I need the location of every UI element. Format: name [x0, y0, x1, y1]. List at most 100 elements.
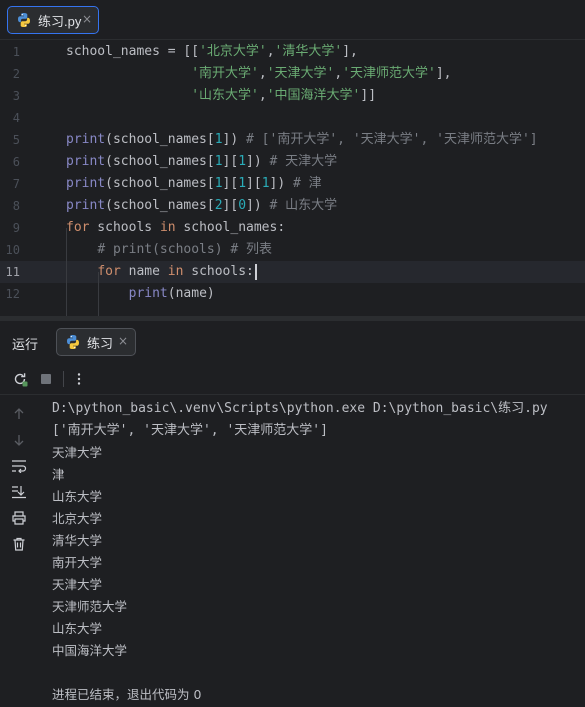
code-text: # print(schools) # 列表 — [66, 239, 272, 261]
code-token: '山东大学' — [191, 88, 259, 103]
code-line[interactable]: 5 print(school_names[1]) # ['南开大学', '天津大学… — [0, 129, 585, 151]
console-line: 进程已结束，退出代码为 0 — [52, 687, 202, 702]
code-line[interactable]: 4 — [0, 107, 585, 129]
scroll-end-icon — [12, 486, 26, 499]
code-token: '清华大学' — [274, 44, 343, 59]
code-token: schools: — [183, 264, 254, 279]
more-icon[interactable] — [69, 369, 89, 389]
arrow-down-icon — [14, 435, 24, 446]
close-icon[interactable]: × — [118, 334, 128, 348]
code-token: 0 — [238, 198, 247, 213]
code-token: , — [258, 88, 267, 103]
code-token: in — [159, 220, 176, 235]
scroll-to-end-icon[interactable] — [9, 482, 29, 502]
code-token: ]] — [360, 88, 377, 103]
print-icon[interactable] — [9, 508, 29, 528]
code-token: in — [167, 264, 184, 279]
rerun-icon[interactable] — [10, 369, 30, 389]
run-toolbar — [0, 363, 585, 395]
code-line[interactable]: 12 print(name) — [0, 283, 585, 305]
wrap-icon — [12, 460, 27, 473]
console-side-toolbar — [0, 396, 38, 707]
code-token: 1 — [261, 176, 270, 191]
code-token: 1 — [214, 176, 223, 191]
code-token: school_names = [[ — [66, 44, 200, 59]
code-line[interactable]: 8 print(school_names[2][0]) # 山东大学 — [0, 195, 585, 217]
code-token: , — [258, 66, 267, 81]
code-token: (name) — [167, 286, 215, 301]
line-number: 1 — [12, 45, 20, 59]
run-tool-window-title: 运行 — [12, 337, 39, 352]
code-token: 2 — [214, 198, 223, 213]
printer-icon — [12, 511, 26, 525]
toolbar-separator — [63, 371, 64, 387]
code-token: schools — [89, 220, 160, 235]
code-token: '天津师范大学' — [342, 66, 436, 81]
code-editor[interactable]: 1 school_names = [['北京大学','清华大学'], 2 '南开大学… — [0, 41, 585, 316]
line-number: 4 — [12, 111, 20, 125]
console-line: D:\python_basic\.venv\Scripts\python.exe… — [52, 401, 548, 416]
console-line: 天津师范大学 — [52, 599, 128, 614]
rerun-icon-glyph — [14, 373, 28, 387]
code-line[interactable]: 9 for schools in school_names: — [0, 217, 585, 239]
code-line[interactable]: 1 school_names = [['北京大学','清华大学'], — [0, 41, 585, 63]
trash-icon[interactable] — [9, 534, 29, 554]
python-file-icon — [18, 13, 30, 27]
code-token: (school_names[ — [105, 132, 215, 147]
code-token: name — [120, 264, 168, 279]
line-number: 10 — [5, 243, 20, 257]
code-token: # ['南开大学', '天津大学', '天津师范大学'] — [246, 132, 538, 147]
code-token: '天津大学' — [266, 66, 335, 81]
code-line[interactable]: 7 print(school_names[1][1][1]) # 津 — [0, 173, 585, 195]
code-token: '中国海洋大学' — [266, 88, 361, 103]
code-text: print(school_names[1]) # ['南开大学', '天津大学'… — [66, 129, 538, 151]
trash-can-icon — [13, 537, 25, 551]
code-token: '北京大学' — [199, 44, 267, 59]
line-number: 9 — [12, 221, 20, 235]
code-token: for — [66, 220, 90, 235]
editor-tab-bar: 练习.py × — [0, 0, 585, 40]
scroll-up-icon[interactable] — [9, 404, 29, 424]
python-file-icon — [67, 335, 79, 349]
code-text: school_names = [['北京大学','清华大学'], — [66, 41, 358, 63]
code-token: # 津 — [293, 176, 322, 191]
line-number: 12 — [5, 287, 20, 301]
code-text: print(school_names[1][1]) # 天津大学 — [66, 151, 337, 173]
code-token: print — [66, 176, 106, 191]
code-line[interactable]: 11 for name in schools: — [0, 261, 585, 283]
console-line: 北京大学 — [52, 511, 103, 526]
scroll-down-icon[interactable] — [9, 430, 29, 450]
code-token: ][ — [222, 154, 239, 169]
console-line: 清华大学 — [52, 533, 103, 548]
console-line: 津 — [52, 467, 65, 482]
code-token: 1 — [214, 154, 223, 169]
console-line: 山东大学 — [52, 621, 103, 636]
code-line[interactable]: 3 '山东大学','中国海洋大学']] — [0, 85, 585, 107]
console-line: 南开大学 — [52, 555, 103, 570]
stop-icon[interactable] — [36, 369, 56, 389]
code-line[interactable]: 6 print(school_names[1][1]) # 天津大学 — [0, 151, 585, 173]
console-output[interactable]: D:\python_basic\.venv\Scripts\python.exe… — [52, 398, 582, 706]
code-token: ]) — [246, 198, 270, 213]
close-icon[interactable]: × — [82, 12, 92, 26]
code-token: print — [66, 132, 106, 147]
code-line[interactable]: 10 # print(schools) # 列表 — [0, 239, 585, 261]
soft-wrap-icon[interactable] — [9, 456, 29, 476]
code-line[interactable]: 2 '南开大学','天津大学','天津师范大学'], — [0, 63, 585, 85]
code-text: print(school_names[2][0]) # 山东大学 — [66, 195, 337, 217]
code-token: # 山东大学 — [269, 198, 338, 213]
editor-tab-file[interactable]: 练习.py × — [7, 6, 99, 34]
code-token: ][ — [222, 176, 239, 191]
run-config-tab[interactable]: 练习 × — [56, 328, 136, 356]
code-text: print(name) — [66, 283, 215, 305]
code-text: '南开大学','天津大学','天津师范大学'], — [66, 63, 451, 85]
line-number: 5 — [12, 133, 20, 147]
code-token: (school_names[ — [105, 154, 215, 169]
code-token: ]) — [269, 176, 293, 191]
line-number: 7 — [12, 177, 20, 191]
line-number: 8 — [12, 199, 20, 213]
